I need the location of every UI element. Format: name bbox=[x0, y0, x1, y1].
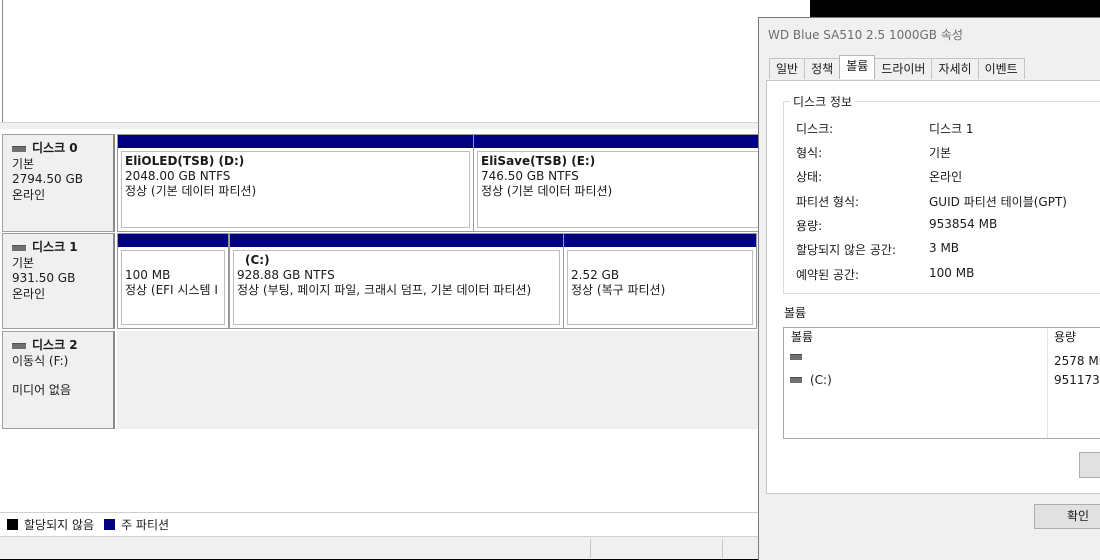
disk-name: 디스크 1 bbox=[32, 240, 78, 254]
volume-capacity: 951173 bbox=[1054, 373, 1100, 387]
legend-primary-label: 주 파티션 bbox=[121, 518, 170, 532]
partition-size: 928.88 GB NTFS bbox=[237, 268, 335, 282]
volume-row[interactable]: (C:) bbox=[790, 373, 832, 387]
partition-recovery[interactable]: 2.52 GB 정상 (복구 파티션) bbox=[563, 233, 757, 329]
disk-partitions-0: EliOLED(TSB) (D:) 2048.00 GB NTFS 정상 (기본… bbox=[117, 134, 810, 232]
info-value: 3 MB bbox=[929, 241, 960, 255]
volume-list-pane[interactable] bbox=[2, 0, 808, 122]
tab-volumes[interactable]: 볼륨 bbox=[839, 55, 876, 79]
info-value: 디스크 1 bbox=[929, 122, 974, 136]
info-value: 기본 bbox=[929, 146, 952, 160]
disk-size: 931.50 GB bbox=[12, 271, 76, 285]
legend: 할당되지 않음 주 파티션 bbox=[0, 512, 810, 536]
disk-row-0: 디스크 0 기본 2794.50 GB 온라인 EliOLED(TSB) (D:… bbox=[2, 134, 810, 232]
info-row-disk: 디스크: 디스크 1 bbox=[796, 120, 974, 137]
info-row-type: 형식: 기본 bbox=[796, 144, 951, 161]
volume-icon bbox=[790, 354, 802, 360]
partition-status: 정상 (기본 데이터 파티션) bbox=[125, 184, 257, 198]
disk-graphical-view: 디스크 0 기본 2794.50 GB 온라인 EliOLED(TSB) (D:… bbox=[0, 129, 810, 512]
partition-status: 정상 (복구 파티션) bbox=[571, 283, 666, 297]
disk-row-1: 디스크 1 기본 931.50 GB 온라인 100 MB 정상 (EFI 시스… bbox=[2, 233, 807, 329]
disk-management-window: 디스크 0 기본 2794.50 GB 온라인 EliOLED(TSB) (D:… bbox=[0, 0, 810, 559]
disk-icon bbox=[12, 342, 26, 349]
disk-label-1[interactable]: 디스크 1 기본 931.50 GB 온라인 bbox=[2, 233, 115, 329]
disk-size: 2794.50 GB bbox=[12, 172, 83, 186]
ok-button[interactable]: 확인 bbox=[1034, 504, 1100, 529]
group-title: 디스크 정보 bbox=[790, 93, 856, 110]
volumes-section-title: 볼륨 bbox=[784, 306, 807, 320]
info-key: 파티션 형식: bbox=[796, 195, 860, 209]
disk-type: 이동식 (F:) bbox=[12, 353, 69, 368]
unallocated-swatch bbox=[7, 519, 18, 530]
info-row-unallocated: 할당되지 않은 공간: 3 MB bbox=[796, 241, 959, 258]
disk-partitions-2 bbox=[117, 331, 807, 429]
legend-unallocated-label: 할당되지 않음 bbox=[24, 518, 95, 532]
primary-partition-bar bbox=[230, 234, 563, 247]
tab-policies[interactable]: 정책 bbox=[804, 58, 841, 79]
volume-icon bbox=[790, 377, 802, 383]
primary-partition-bar bbox=[118, 234, 228, 247]
info-key: 상태: bbox=[796, 170, 823, 184]
partition-c[interactable]: (C:) 928.88 GB NTFS 정상 (부팅, 페이지 파일, 크래시 … bbox=[229, 233, 564, 329]
disk-type: 기본 bbox=[12, 156, 35, 171]
disk-label-2[interactable]: 디스크 2 이동식 (F:) 미디어 없음 bbox=[2, 331, 115, 429]
info-row-partition-style: 파티션 형식: GUID 파티션 테이블(GPT) bbox=[796, 193, 1067, 210]
dialog-title: WD Blue SA510 2.5 1000GB 속성 bbox=[768, 28, 963, 42]
partition-size: 100 MB bbox=[125, 268, 171, 282]
disk-label-0[interactable]: 디스크 0 기본 2794.50 GB 온라인 bbox=[2, 134, 115, 232]
volume-name: (C:) bbox=[810, 373, 832, 387]
column-divider bbox=[1047, 328, 1048, 438]
info-value: 953854 MB bbox=[929, 217, 998, 231]
disk-status: 미디어 없음 bbox=[12, 383, 72, 397]
info-row-capacity: 용량: 953854 MB bbox=[796, 217, 997, 234]
column-header-volume[interactable]: 볼륨 bbox=[791, 328, 813, 347]
tab-details[interactable]: 자세히 bbox=[931, 58, 979, 79]
disk-row-2: 디스크 2 이동식 (F:) 미디어 없음 bbox=[2, 331, 807, 429]
tab-strip: 일반 정책 볼륨 드라이버 자세히 이벤트 bbox=[769, 55, 1025, 79]
info-value: 100 MB bbox=[929, 266, 975, 280]
disk-icon bbox=[12, 244, 26, 251]
primary-partition-bar bbox=[118, 135, 473, 148]
partition-status: 정상 (부팅, 페이지 파일, 크래시 덤프, 기본 데이터 파티션) bbox=[237, 283, 532, 297]
disk-name: 디스크 2 bbox=[32, 338, 78, 352]
primary-partition-bar bbox=[564, 234, 756, 247]
volume-row[interactable] bbox=[790, 354, 810, 360]
properties-button[interactable] bbox=[1079, 452, 1100, 478]
partition-size: 2048.00 GB NTFS bbox=[125, 169, 231, 183]
tab-driver[interactable]: 드라이버 bbox=[874, 58, 933, 79]
disk-status: 온라인 bbox=[12, 187, 46, 202]
status-bar bbox=[0, 536, 810, 559]
info-key: 형식: bbox=[796, 146, 823, 160]
info-value: 온라인 bbox=[929, 170, 963, 184]
partition-efi[interactable]: 100 MB 정상 (EFI 시스템 I bbox=[117, 233, 229, 329]
volume-capacity: 2578 MB bbox=[1054, 354, 1100, 368]
partition-title: (C:) bbox=[245, 253, 270, 267]
disk-status: 온라인 bbox=[12, 286, 46, 301]
partition-size: 2.52 GB bbox=[571, 268, 620, 282]
info-key: 디스크: bbox=[796, 122, 834, 136]
partition-status: 정상 (EFI 시스템 I bbox=[125, 283, 218, 297]
column-header-capacity[interactable]: 용량 bbox=[1054, 328, 1076, 347]
disk-properties-dialog: WD Blue SA510 2.5 1000GB 속성 일반 정책 볼륨 드라이… bbox=[758, 17, 1100, 560]
status-bar-divider bbox=[590, 539, 591, 558]
disk-type: 기본 bbox=[12, 255, 35, 270]
info-value: GUID 파티션 테이블(GPT) bbox=[929, 195, 1067, 209]
disk-name: 디스크 0 bbox=[32, 141, 78, 155]
tab-general[interactable]: 일반 bbox=[769, 58, 806, 79]
disk-icon bbox=[12, 145, 26, 152]
info-row-reserved: 예약된 공간: 100 MB bbox=[796, 266, 974, 283]
info-key: 예약된 공간: bbox=[796, 268, 860, 282]
volumes-list[interactable]: 볼륨 용량 2578 MB (C:) 951173 bbox=[783, 327, 1100, 439]
volumes-tab-panel: 디스크 정보 디스크: 디스크 1 형식: 기본 상태: 온라인 파티션 형식: GUI… bbox=[766, 80, 1100, 494]
info-row-status: 상태: 온라인 bbox=[796, 168, 962, 185]
info-key: 할당되지 않은 공간: bbox=[796, 243, 896, 257]
tab-events[interactable]: 이벤트 bbox=[977, 58, 1025, 79]
primary-partition-swatch bbox=[104, 519, 116, 530]
info-key: 용량: bbox=[796, 219, 823, 233]
partition-title: EliOLED(TSB) (D:) bbox=[125, 154, 245, 168]
partition-d[interactable]: EliOLED(TSB) (D:) 2048.00 GB NTFS 정상 (기본… bbox=[117, 134, 474, 232]
status-bar-divider bbox=[722, 539, 723, 558]
disk-info-group: 디스크 정보 디스크: 디스크 1 형식: 기본 상태: 온라인 파티션 형식: GUI… bbox=[783, 93, 1100, 294]
disk-partitions-1: 100 MB 정상 (EFI 시스템 I (C:) 928.88 GB NTFS… bbox=[117, 233, 807, 329]
